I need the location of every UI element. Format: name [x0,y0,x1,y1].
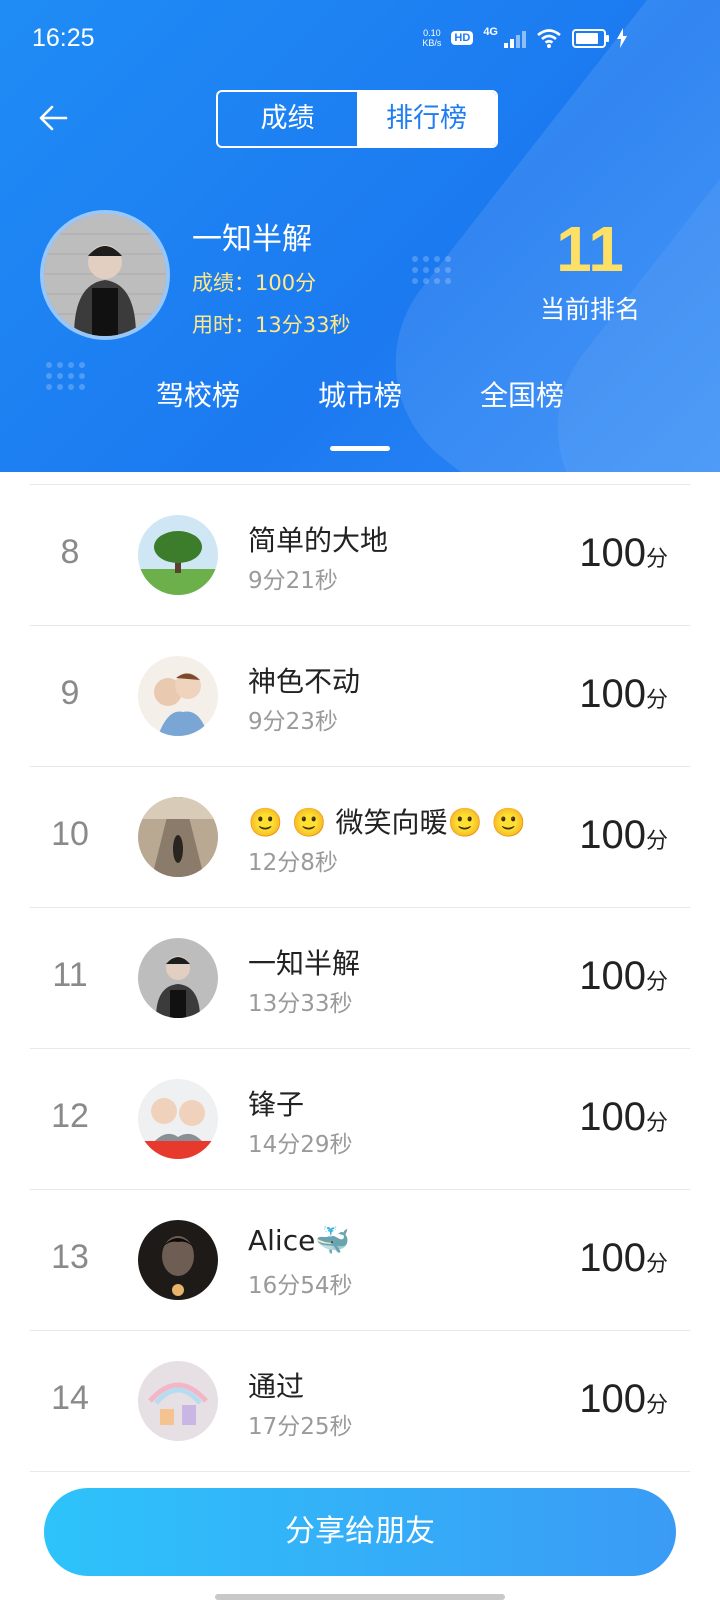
player-score: 100分 [579,672,668,716]
player-name: 🙂 🙂 微笑向暖🙂 🙂 [248,806,527,839]
avatar [138,656,218,736]
player-name: Alice🐳 [248,1224,351,1257]
tab-national[interactable]: 全国榜 [462,374,582,414]
player-time: 14分29秒 [248,1132,353,1158]
current-rank-label: 当前排名 [539,295,640,324]
list-item[interactable]: 14 通过 17分25秒 100分 [30,1331,690,1472]
rank-number: 9 [60,674,80,712]
avatar [138,797,218,877]
list-item[interactable]: 13 Alice🐳 16分54秒 100分 [30,1190,690,1331]
player-name: 神色不动 [248,665,361,698]
leaderboard-tabs: 驾校榜 城市榜 全国榜 [0,374,720,424]
charging-icon [617,28,627,48]
player-score: 100分 [579,1236,668,1280]
rank-number: 8 [60,533,80,571]
player-score: 100分 [579,813,668,857]
share-button[interactable]: 分享给朋友 [44,1488,676,1576]
player-score: 100分 [579,531,668,575]
avatar [138,1079,218,1159]
tab-indicator [330,446,390,451]
player-score: 100分 [579,954,668,998]
home-indicator[interactable] [215,1594,505,1600]
signal-icon [504,28,526,48]
player-score: 100分 [579,1377,668,1421]
battery-icon [572,28,609,48]
segment-control: 成绩 排行榜 [216,90,498,148]
user-name: 一知半解 [192,222,312,257]
rank-number: 12 [51,1097,89,1135]
player-time: 12分8秒 [248,850,338,876]
list-item[interactable]: 8 简单的大地 9分21秒 100分 [30,485,690,626]
avatar [138,1220,218,1300]
rank-number: 10 [51,815,89,853]
network-type: 4G [483,26,498,38]
user-score: 成绩：100分 [192,271,317,295]
player-name: 简单的大地 [248,524,389,557]
player-time: 9分21秒 [248,568,338,594]
player-name: 通过 [248,1370,305,1403]
avatar-image [44,214,166,336]
net-speed: 0.10 KB/s [422,28,442,48]
wifi-icon [537,29,561,48]
avatar [40,210,170,340]
avatar [138,515,218,595]
hd-icon: HD [451,31,474,45]
player-time: 17分25秒 [248,1414,353,1440]
list-item[interactable]: 10 🙂 🙂 微笑向暖🙂 🙂 12分8秒 100分 [30,767,690,908]
avatar [138,938,218,1018]
current-rank-number: 11 [556,213,624,285]
rank-number: 11 [52,956,88,994]
player-time: 13分33秒 [248,991,353,1017]
segment-scores[interactable]: 成绩 [218,92,357,146]
list-item[interactable]: 11 一知半解 13分33秒 100分 [30,908,690,1049]
tab-school[interactable]: 驾校榜 [138,374,258,414]
segment-leaderboard[interactable]: 排行榜 [357,92,496,146]
status-time: 16:25 [32,24,95,52]
ranking-list: 8 简单的大地 9分21秒 100分 9 神色不动 9分23秒 100分 10 … [30,484,690,1472]
player-time: 16分54秒 [248,1273,353,1299]
back-arrow-icon[interactable] [36,100,76,136]
player-name: 锋子 [248,1088,305,1121]
list-item[interactable]: 9 神色不动 9分23秒 100分 [30,626,690,767]
header: 16:25 0.10 KB/s HD 4G 成绩 排行榜 一知半解 成绩：100… [0,0,720,472]
list-item[interactable]: 12 锋子 14分29秒 100分 [30,1049,690,1190]
user-time: 用时：13分33秒 [192,313,351,337]
player-score: 100分 [579,1095,668,1139]
rank-number: 14 [51,1379,89,1417]
avatar [138,1361,218,1441]
decor-dots [412,256,451,284]
tab-city[interactable]: 城市榜 [300,374,420,414]
status-bar: 16:25 0.10 KB/s HD 4G [0,0,720,80]
player-name: 一知半解 [248,947,361,980]
player-time: 9分23秒 [248,709,338,735]
rank-number: 13 [51,1238,89,1276]
